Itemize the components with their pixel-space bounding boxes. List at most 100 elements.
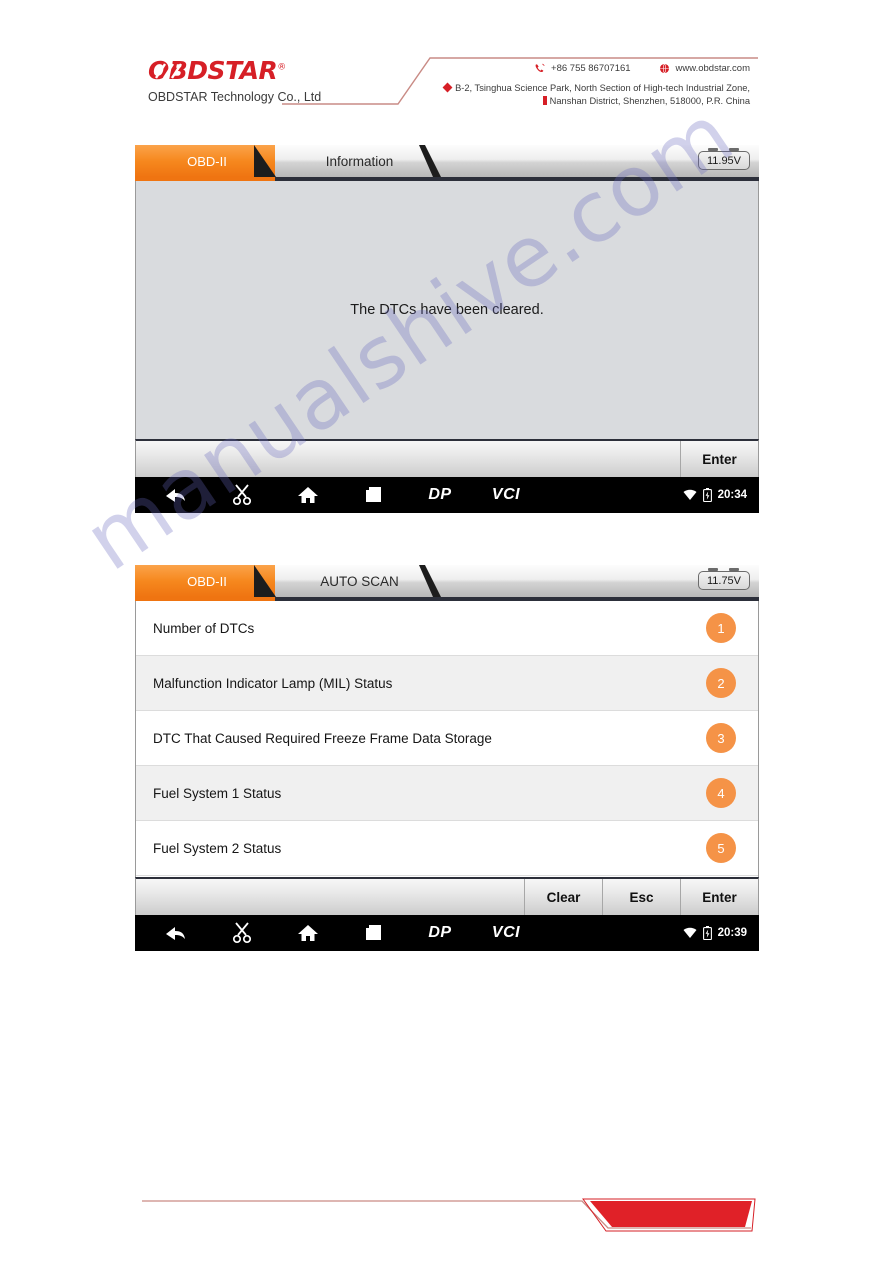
battery-voltage-indicator: 11.95V	[698, 148, 750, 173]
tab-underline	[135, 177, 759, 181]
list-item-badge: 4	[706, 778, 736, 808]
auto-scan-list[interactable]: Number of DTCs 1 Malfunction Indicator L…	[135, 601, 759, 877]
tab-notch-icon	[254, 145, 276, 177]
navbar-icon-group: DP VCI	[135, 484, 539, 506]
screenshot-two-device: OBD-II AUTO SCAN 11.75V Number of DTCs 1…	[135, 565, 759, 951]
list-item-label: Fuel System 1 Status	[153, 785, 282, 801]
clock-time: 20:39	[717, 927, 747, 939]
screenshot-one-device: OBD-II Information 11.95V The DTCs have …	[135, 145, 759, 513]
registered-trademark-icon: ®	[277, 62, 286, 73]
obdstar-logo: OBDSTAR® OBDSTAR Technology Co., Ltd	[148, 58, 358, 104]
navbar-status-group: 20:34	[683, 488, 747, 502]
recent-apps-icon[interactable]	[341, 485, 407, 505]
logo-wordmark: OBDSTAR®	[148, 58, 286, 83]
screenshot-two-tabbar: OBD-II AUTO SCAN 11.75V	[135, 565, 759, 597]
tab-underline-active	[135, 597, 275, 601]
globe-icon	[659, 63, 669, 74]
list-item[interactable]: Fuel System 1 Status 4	[136, 766, 758, 821]
list-item-label: DTC That Caused Required Freeze Frame Da…	[153, 730, 492, 746]
tab-notch-icon	[419, 565, 441, 597]
footer-decoration	[142, 1198, 756, 1232]
dp-brand-label: DP	[428, 924, 452, 941]
list-item-label: Fuel System 2 Status	[153, 840, 282, 856]
list-item-label: Number of DTCs	[153, 620, 255, 636]
enter-button[interactable]: Enter	[680, 879, 758, 915]
tab-notch-icon	[254, 565, 276, 597]
list-item-label: Malfunction Indicator Lamp (MIL) Status	[153, 675, 393, 691]
logo-wordmark-text: OBDSTAR	[148, 56, 278, 85]
tab-obd-ii[interactable]: OBD-II	[135, 145, 276, 177]
header-contact: +86 755 86707161 www.obdstar.com	[534, 63, 750, 74]
tab-underline-active	[135, 177, 275, 181]
vci-brand-label: VCI	[491, 924, 521, 941]
vci-brand-icon[interactable]: VCI	[473, 486, 539, 504]
button-bar-spacer	[136, 879, 524, 915]
tab-obd-ii-label: OBD-II	[187, 153, 227, 169]
list-item-badge: 3	[706, 723, 736, 753]
address-line-2: Nanshan District, Shenzhen, 518000, P.R.…	[549, 96, 750, 107]
tab-obd-ii-label: OBD-II	[187, 573, 227, 589]
list-item[interactable]: Malfunction Indicator Lamp (MIL) Status …	[136, 656, 758, 711]
home-icon[interactable]	[275, 923, 341, 943]
list-item-badge: 2	[706, 668, 736, 698]
screenshot-two-button-bar: Clear Esc Enter	[135, 877, 759, 915]
list-item-badge: 1	[706, 613, 736, 643]
dp-brand-icon[interactable]: DP	[407, 486, 473, 504]
phone-number: +86 755 86707161	[551, 63, 631, 74]
address-line-1-wrap: B-2, Tsinghua Science Park, North Sectio…	[442, 82, 750, 95]
screenshot-one-button-bar: Enter	[135, 439, 759, 477]
vci-brand-icon[interactable]: VCI	[473, 924, 539, 942]
diamond-bullet-icon	[442, 82, 453, 93]
home-icon[interactable]	[275, 485, 341, 505]
wifi-icon	[683, 489, 697, 500]
scissors-icon[interactable]	[209, 484, 275, 506]
scissors-icon[interactable]	[209, 922, 275, 944]
dp-brand-label: DP	[428, 486, 452, 503]
esc-button[interactable]: Esc	[602, 879, 680, 915]
screenshot-two-navbar: DP VCI 20:39	[135, 915, 759, 951]
tab-auto-scan-label: AUTO SCAN	[320, 573, 399, 589]
screenshot-one-navbar: DP VCI 20:34	[135, 477, 759, 513]
bar-bullet-icon	[542, 96, 547, 106]
list-item-badge: 5	[706, 833, 736, 863]
back-icon[interactable]	[143, 485, 209, 505]
status-message: The DTCs have been cleared.	[350, 302, 544, 318]
list-item[interactable]: DTC That Caused Required Freeze Frame Da…	[136, 711, 758, 766]
recent-apps-icon[interactable]	[341, 923, 407, 943]
list-item[interactable]: Number of DTCs 1	[136, 601, 758, 656]
tab-auto-scan[interactable]: AUTO SCAN	[275, 565, 441, 597]
battery-icon	[702, 488, 712, 502]
enter-button[interactable]: Enter	[680, 441, 758, 477]
clock-time: 20:34	[717, 489, 747, 501]
button-bar-spacer	[136, 441, 680, 477]
tab-underline-rest	[275, 597, 759, 601]
tab-obd-ii[interactable]: OBD-II	[135, 565, 276, 597]
tab-notch-icon	[419, 145, 441, 177]
wifi-icon	[683, 927, 697, 938]
phone-icon	[535, 63, 545, 72]
voltage-value: 11.75V	[698, 571, 750, 590]
voltage-value: 11.95V	[698, 151, 750, 170]
message-panel: The DTCs have been cleared.	[135, 181, 759, 439]
clear-button[interactable]: Clear	[524, 879, 602, 915]
page-footer	[0, 1153, 893, 1263]
list-item[interactable]: Fuel System 2 Status 5	[136, 821, 758, 876]
navbar-icon-group: DP VCI	[135, 922, 539, 944]
address-line-1: B-2, Tsinghua Science Park, North Sectio…	[455, 83, 750, 93]
tab-underline	[135, 597, 759, 601]
back-icon[interactable]	[143, 923, 209, 943]
battery-icon	[702, 926, 712, 940]
vci-brand-label: VCI	[491, 486, 521, 503]
tab-underline-rest	[275, 177, 759, 181]
page-header: OBDSTAR® OBDSTAR Technology Co., Ltd +86…	[0, 0, 893, 125]
company-name: OBDSTAR Technology Co., Ltd	[148, 90, 322, 104]
website-url: www.obdstar.com	[675, 63, 750, 74]
tab-information-label: Information	[325, 153, 394, 169]
navbar-status-group: 20:39	[683, 926, 747, 940]
header-address: B-2, Tsinghua Science Park, North Sectio…	[442, 82, 750, 109]
tab-information[interactable]: Information	[275, 145, 441, 177]
dp-brand-icon[interactable]: DP	[407, 924, 473, 942]
address-line-2-wrap: Nanshan District, Shenzhen, 518000, P.R.…	[444, 95, 750, 108]
screenshot-one-tabbar: OBD-II Information 11.95V	[135, 145, 759, 177]
battery-voltage-indicator: 11.75V	[698, 568, 750, 593]
